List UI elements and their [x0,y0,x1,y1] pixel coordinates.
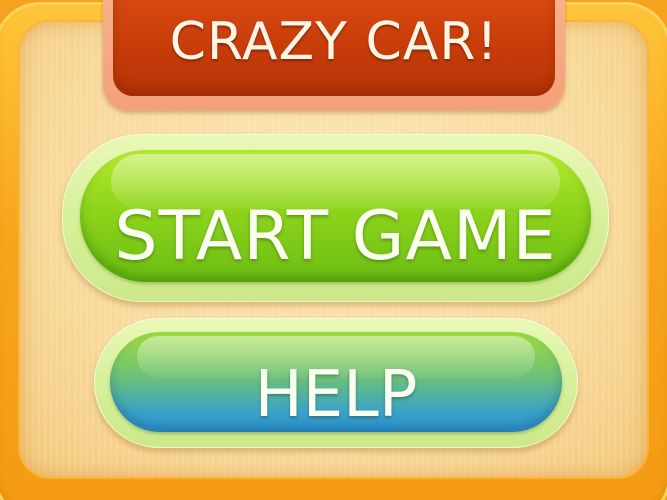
start-game-label: START GAME [114,197,557,276]
help-button[interactable]: HELP [110,332,562,432]
help-button-frame: HELP [94,318,578,448]
game-menu-screen: CRAZY CAR! START GAME HELP [0,0,667,500]
help-label: HELP [254,358,418,432]
title-banner: CRAZY CAR! [103,0,565,110]
game-title: CRAZY CAR! [169,12,499,72]
start-game-button-frame: START GAME [62,134,609,302]
start-game-button[interactable]: START GAME [80,150,591,282]
